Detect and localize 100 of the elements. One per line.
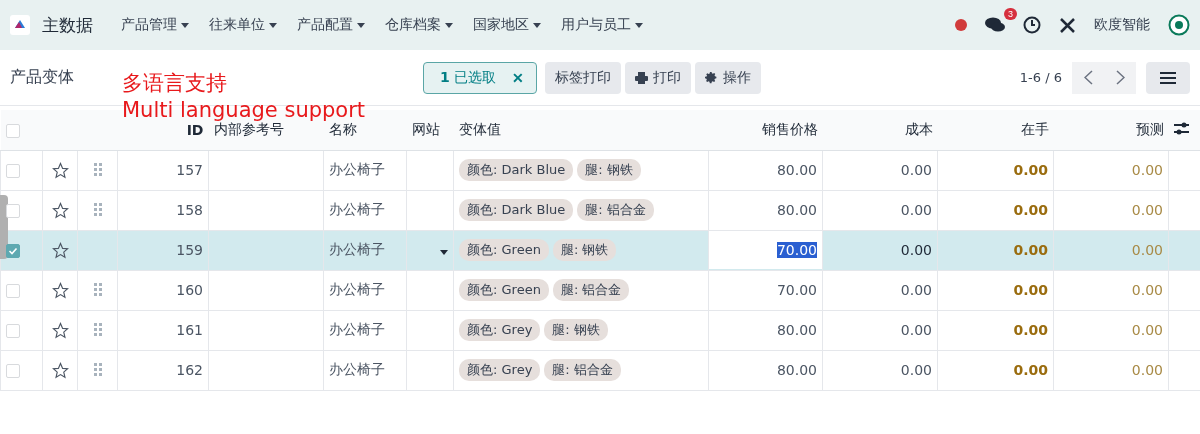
action-button[interactable]: 操作: [695, 61, 762, 94]
caret-icon: [635, 22, 643, 28]
caret-icon: [181, 22, 189, 28]
clear-selection-button[interactable]: ✕: [512, 69, 525, 86]
table-cell: 0.00: [900, 162, 932, 178]
drag-handle-icon[interactable]: [93, 203, 102, 217]
table-cell: 0.00: [900, 202, 932, 218]
table-cell: 0.00: [1013, 362, 1048, 378]
variant-tag: 腿: 钢铁: [552, 239, 617, 261]
side-tab[interactable]: [0, 195, 8, 259]
table-cell: 0.00: [900, 322, 932, 338]
table-cell: 办公椅子: [329, 241, 385, 257]
table-cell: 0.00: [1013, 162, 1048, 178]
caret-icon: [533, 22, 541, 28]
variant-tag: 颜色: Green: [459, 239, 549, 261]
table-cell: 0.00: [1131, 282, 1163, 298]
menu-item[interactable]: 往来单位: [199, 0, 287, 50]
table-cell: 办公椅子: [329, 201, 385, 217]
status-dot: [955, 19, 967, 31]
table-cell: 0.00: [1131, 362, 1163, 378]
table-cell: 办公椅子: [329, 281, 385, 297]
table-cell: 0.00: [900, 282, 932, 298]
column-header[interactable]: 变体值: [458, 120, 501, 137]
table-cell: 162: [176, 362, 203, 378]
next-button[interactable]: [1104, 61, 1136, 94]
variant-tag: 颜色: Grey: [459, 319, 541, 341]
table-cell: 0.00: [1131, 202, 1163, 218]
notification-badge: 3: [1004, 8, 1017, 20]
menu-item[interactable]: 产品管理: [111, 0, 199, 50]
table-cell: 80.00: [776, 362, 817, 378]
column-header[interactable]: 成本: [904, 120, 933, 137]
star-icon[interactable]: [51, 321, 69, 339]
chevron-right-icon: [1115, 70, 1125, 85]
table-cell: 80.00: [776, 322, 817, 338]
table-cell: 80.00: [776, 162, 817, 178]
table-cell: 0.00: [1131, 242, 1163, 258]
dropdown-caret-icon[interactable]: [440, 250, 448, 255]
drag-handle-icon[interactable]: [93, 323, 102, 337]
star-icon[interactable]: [51, 161, 69, 179]
table-cell: 160: [176, 282, 203, 298]
star-icon[interactable]: [51, 241, 69, 259]
menu-item[interactable]: 国家地区: [463, 0, 551, 50]
star-icon[interactable]: [51, 361, 69, 379]
table-cell: 158: [176, 202, 203, 218]
check-icon: [7, 245, 19, 257]
variant-tag: 腿: 铝合金: [544, 359, 621, 381]
row-checkbox[interactable]: [6, 244, 20, 258]
variant-tag: 颜色: Dark Blue: [459, 159, 574, 181]
star-icon[interactable]: [51, 281, 69, 299]
table-cell: 80.00: [776, 202, 817, 218]
action-button[interactable]: 标签打印: [545, 61, 622, 94]
menu-item[interactable]: 用户与员工: [551, 0, 653, 50]
column-header[interactable]: 名称: [328, 120, 357, 137]
variant-tag: 颜色: Dark Blue: [459, 199, 574, 221]
page-title: 产品变体: [10, 67, 74, 88]
table-cell: 0.00: [1013, 202, 1048, 218]
caret-icon: [357, 22, 365, 28]
menu-item[interactable]: 产品配置: [287, 0, 375, 50]
table-cell: 0.00: [1013, 322, 1048, 338]
price-input[interactable]: 70.00: [709, 231, 822, 269]
select-all-checkbox[interactable]: [5, 123, 20, 138]
gear-icon: [705, 71, 719, 84]
pager-count: 1-6 / 6: [1019, 70, 1062, 85]
table-cell: 办公椅子: [329, 161, 385, 177]
variant-tag: 颜色: Green: [459, 279, 549, 301]
table-cell: 0.00: [1013, 242, 1048, 258]
view-menu-button[interactable]: [1146, 61, 1190, 94]
drag-handle-icon[interactable]: [93, 163, 102, 177]
chevron-left-icon: [1083, 70, 1093, 85]
table-cell: 157: [176, 162, 203, 178]
caret-icon: [445, 22, 453, 28]
table-cell: 0.00: [1131, 322, 1163, 338]
column-header[interactable]: ID: [186, 121, 204, 138]
table-cell: 0.00: [900, 362, 932, 378]
action-button[interactable]: 打印: [625, 61, 692, 94]
column-header[interactable]: 预测: [1135, 120, 1164, 137]
company-name[interactable]: 欧度智能: [1094, 16, 1150, 34]
settings-icon[interactable]: [1173, 121, 1189, 135]
variant-tag: 颜色: Grey: [459, 359, 541, 381]
variant-tag: 腿: 钢铁: [544, 319, 608, 341]
chat-icon[interactable]: [985, 17, 1005, 33]
table-cell: 159: [176, 242, 203, 258]
clock-icon[interactable]: [1023, 16, 1041, 34]
app-name: 主数据: [42, 13, 93, 37]
table-cell: 办公椅子: [329, 321, 385, 337]
app-logo[interactable]: [10, 15, 30, 35]
star-icon[interactable]: [51, 201, 69, 219]
annotation-text: 多语言支持 Multi language support: [122, 70, 366, 122]
menu-icon: [1160, 71, 1176, 84]
variant-tag: 腿: 铝合金: [552, 279, 630, 301]
caret-icon: [269, 22, 277, 28]
drag-handle-icon[interactable]: [93, 283, 102, 297]
selection-count: 1 已选取: [440, 68, 497, 87]
table-cell: 0.00: [1013, 282, 1048, 298]
drag-handle-icon[interactable]: [93, 363, 102, 377]
avatar-icon[interactable]: [1168, 14, 1190, 36]
previous-button[interactable]: [1072, 61, 1104, 94]
table-cell: 0.00: [900, 242, 932, 258]
menu-item[interactable]: 仓库档案: [375, 0, 463, 50]
column-header[interactable]: 在手: [1020, 120, 1049, 137]
